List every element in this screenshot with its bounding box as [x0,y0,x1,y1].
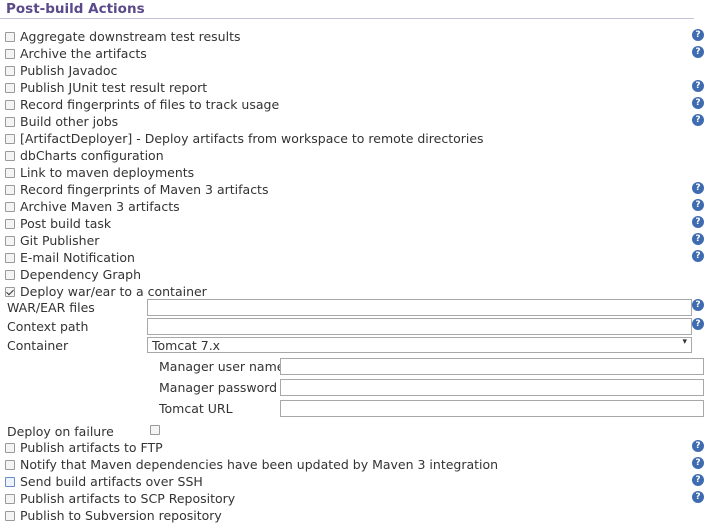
action-label[interactable]: Post build task [20,216,111,231]
action-row: Archive the artifacts? [0,45,708,62]
container-selected-value: Tomcat 7.x [152,338,221,353]
action-checkbox[interactable] [5,151,15,161]
action-label[interactable]: E-mail Notification [20,250,135,265]
context-path-label: Context path [7,319,89,334]
action-row: E-mail Notification? [0,249,708,266]
action-label[interactable]: Send build artifacts over SSH [20,474,203,489]
action-checkbox[interactable] [5,253,15,263]
action-label[interactable]: Aggregate downstream test results [20,29,241,44]
help-icon[interactable]: ? [692,457,704,469]
action-checkbox[interactable] [5,32,15,42]
action-checkbox[interactable] [5,66,15,76]
action-label[interactable]: Publish artifacts to FTP [20,440,163,455]
action-label[interactable]: Notify that Maven dependencies have been… [20,457,498,472]
action-checkbox[interactable] [5,83,15,93]
tomcat-url-label: Tomcat URL [159,401,233,416]
help-icon[interactable]: ? [692,250,704,262]
action-label[interactable]: Archive the artifacts [20,46,147,61]
action-row: Publish to Subversion repository [0,507,708,524]
action-row: Record fingerprints of files to track us… [0,96,708,113]
action-checkbox[interactable] [5,270,15,280]
war-ear-files-input[interactable] [147,299,692,316]
action-checkbox[interactable] [5,117,15,127]
help-icon[interactable]: ? [692,491,704,503]
action-checkbox[interactable] [5,185,15,195]
action-checkbox[interactable] [5,494,15,504]
container-select[interactable]: Tomcat 7.x ▾ [147,337,692,353]
tomcat-url-input[interactable] [280,400,704,417]
context-path-input[interactable] [147,318,692,335]
action-row: Publish JUnit test result report? [0,79,708,96]
action-checkbox[interactable] [5,460,15,470]
action-checkbox[interactable] [5,443,15,453]
section-title: Post-build Actions [6,1,145,17]
deploy-on-failure-checkbox[interactable] [150,425,160,435]
action-checkbox[interactable] [5,202,15,212]
action-row: dbCharts configuration [0,147,708,164]
action-checkbox[interactable] [5,219,15,229]
action-checkbox[interactable] [5,100,15,110]
help-icon[interactable]: ? [692,29,704,41]
action-row: Archive Maven 3 artifacts? [0,198,708,215]
action-label[interactable]: [ArtifactDeployer] - Deploy artifacts fr… [20,131,484,146]
action-checkbox[interactable] [5,477,15,487]
help-icon[interactable]: ? [692,80,704,92]
action-label[interactable]: Git Publisher [20,233,99,248]
action-row: Publish artifacts to SCP Repository? [0,490,708,507]
section-header: Post-build Actions [0,0,694,19]
action-checkbox[interactable] [5,511,15,521]
chevron-down-icon: ▾ [682,337,687,347]
help-icon[interactable]: ? [692,97,704,109]
help-icon[interactable]: ? [692,474,704,486]
action-label[interactable]: Publish Javadoc [20,63,117,78]
action-label[interactable]: dbCharts configuration [20,148,164,163]
help-icon[interactable]: ? [692,318,704,330]
help-icon[interactable]: ? [692,216,704,228]
action-label[interactable]: Publish artifacts to SCP Repository [20,491,235,506]
action-row: Deploy war/ear to a container [0,283,708,300]
action-row: Git Publisher? [0,232,708,249]
action-row: Link to maven deployments [0,164,708,181]
action-label[interactable]: Record fingerprints of Maven 3 artifacts [20,182,268,197]
action-row: [ArtifactDeployer] - Deploy artifacts fr… [0,130,708,147]
action-label[interactable]: Publish JUnit test result report [20,80,207,95]
action-row: Notify that Maven dependencies have been… [0,456,708,473]
help-icon[interactable]: ? [692,114,704,126]
action-label[interactable]: Deploy war/ear to a container [20,284,207,299]
action-label[interactable]: Record fingerprints of files to track us… [20,97,279,112]
action-label[interactable]: Build other jobs [20,114,118,129]
action-label[interactable]: Publish to Subversion repository [20,508,222,523]
manager-user-name-label: Manager user name [159,359,285,374]
action-row: Post build task? [0,215,708,232]
help-icon[interactable]: ? [692,233,704,245]
action-label[interactable]: Link to maven deployments [20,165,194,180]
help-icon[interactable]: ? [692,440,704,452]
action-checkbox[interactable] [5,236,15,246]
action-row: Build other jobs? [0,113,708,130]
help-icon[interactable]: ? [692,182,704,194]
action-row: Publish Javadoc [0,62,708,79]
action-label[interactable]: Dependency Graph [20,267,141,282]
action-label[interactable]: Archive Maven 3 artifacts [20,199,180,214]
action-checkbox[interactable] [5,134,15,144]
action-checkbox[interactable] [5,49,15,59]
action-checkbox[interactable] [5,287,15,297]
action-row: Record fingerprints of Maven 3 artifacts… [0,181,708,198]
action-row: Aggregate downstream test results? [0,28,708,45]
help-icon[interactable]: ? [692,46,704,58]
action-row: Send build artifacts over SSH? [0,473,708,490]
action-row: Dependency Graph [0,266,708,283]
manager-password-input[interactable] [280,379,704,396]
action-row: Publish artifacts to FTP? [0,439,708,456]
war-ear-files-label: WAR/EAR files [7,300,95,315]
help-icon[interactable]: ? [692,199,704,211]
deploy-on-failure-label: Deploy on failure [7,424,114,439]
container-label: Container [7,338,69,353]
manager-password-label: Manager password [159,380,278,395]
help-icon[interactable]: ? [692,299,704,311]
action-checkbox[interactable] [5,168,15,178]
manager-user-name-input[interactable] [280,358,704,375]
